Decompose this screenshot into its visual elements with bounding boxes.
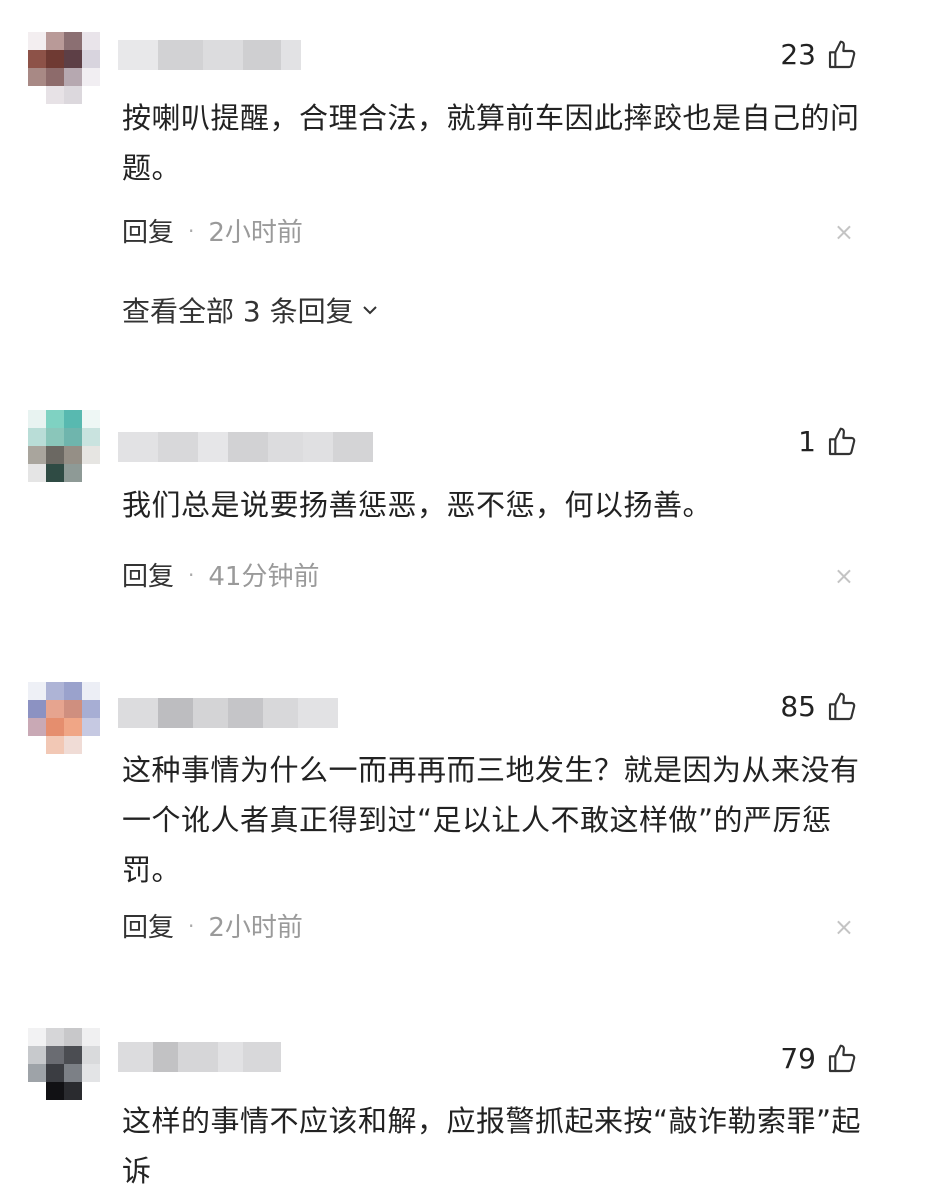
like-group[interactable]: 79 <box>780 1042 858 1075</box>
like-count: 23 <box>780 38 816 71</box>
timestamp: 41分钟前 <box>208 562 320 592</box>
comment-text: 这样的事情不应该和解，应报警抓起来按“敲诈勒索罪”起诉 <box>122 1104 862 1188</box>
separator-dot: · <box>188 562 195 587</box>
timestamp: 2小时前 <box>208 913 303 943</box>
like-group[interactable]: 85 <box>780 690 858 723</box>
like-count: 79 <box>780 1042 816 1075</box>
view-all-replies-button[interactable]: 查看全部 3 条回复 <box>122 290 380 330</box>
thumbs-up-icon[interactable] <box>826 426 858 458</box>
username-blurred[interactable] <box>118 432 373 462</box>
comment-meta: 回复 · 2小时前 <box>122 212 303 249</box>
username-blurred[interactable] <box>118 698 338 728</box>
like-count: 1 <box>798 425 816 458</box>
view-all-label: 查看全部 3 条回复 <box>122 295 354 328</box>
reply-button[interactable]: 回复 <box>122 907 174 944</box>
comment-meta: 回复 · 41分钟前 <box>122 556 319 593</box>
like-group[interactable]: 23 <box>780 38 858 71</box>
avatar[interactable] <box>28 32 100 104</box>
comment-text: 按喇叭提醒，合理合法，就算前车因此摔跤也是自己的问题。 <box>122 101 860 185</box>
close-icon[interactable]: × <box>834 913 854 941</box>
close-icon[interactable]: × <box>834 562 854 590</box>
comment-list: 23 按喇叭提醒，合理合法，就算前车因此摔跤也是自己的问题。 回复 · 2小时前… <box>0 0 938 1188</box>
avatar[interactable] <box>28 1028 100 1100</box>
thumbs-up-icon[interactable] <box>826 39 858 71</box>
close-icon[interactable]: × <box>834 218 854 246</box>
avatar[interactable] <box>28 682 100 754</box>
comment-meta: 回复 · 2小时前 <box>122 907 303 944</box>
like-group[interactable]: 1 <box>798 425 858 458</box>
thumbs-up-icon[interactable] <box>826 691 858 723</box>
username-blurred[interactable] <box>118 40 301 70</box>
reply-button[interactable]: 回复 <box>122 212 174 249</box>
username-blurred[interactable] <box>118 1042 281 1072</box>
like-count: 85 <box>780 690 816 723</box>
avatar[interactable] <box>28 410 100 482</box>
comment-text: 我们总是说要扬善惩恶，恶不惩，何以扬善。 <box>122 488 713 522</box>
thumbs-up-icon[interactable] <box>826 1043 858 1075</box>
comment-text: 这种事情为什么一而再再而三地发生？就是因为从来没有一个讹人者真正得到过“足以让人… <box>122 753 860 887</box>
separator-dot: · <box>188 218 195 243</box>
timestamp: 2小时前 <box>208 218 303 248</box>
chevron-down-icon <box>362 306 377 315</box>
separator-dot: · <box>188 913 195 938</box>
reply-button[interactable]: 回复 <box>122 556 174 593</box>
